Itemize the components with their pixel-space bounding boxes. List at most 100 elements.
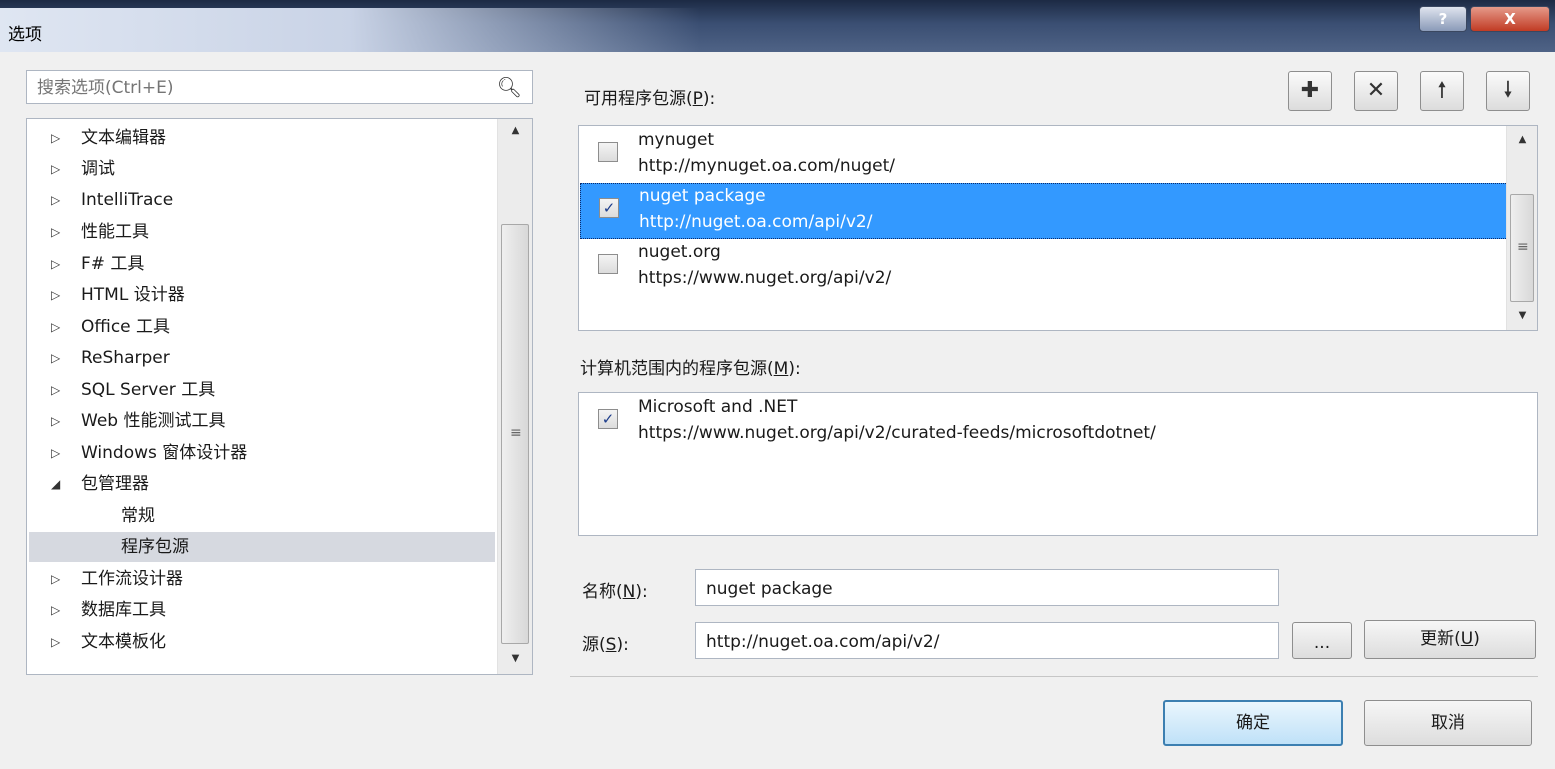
expand-arrow-icon[interactable]: ▷	[51, 595, 60, 625]
scroll-up-arrow-icon[interactable]: ▲	[498, 125, 533, 136]
source-label: 源(S):	[582, 635, 629, 655]
tree-item-label: F# 工具	[81, 254, 145, 274]
tree-item-label: HTML 设计器	[81, 285, 185, 305]
expand-arrow-icon[interactable]: ▷	[51, 627, 60, 657]
tree-item-intellitrace[interactable]: ▷ IntelliTrace	[29, 185, 495, 215]
options-tree: ▷ 文本编辑器 ▷ 调试 ▷ IntelliTrace ▷ 性能工具 ▷ F# 工具 ▷ H…	[26, 118, 533, 675]
search-input[interactable]	[35, 72, 499, 104]
tree-item-label: 包管理器	[81, 474, 149, 494]
tree-item-label: Windows 窗体设计器	[81, 443, 248, 463]
source-item-microsoft-dotnet[interactable]: ✓ Microsoft and .NET https://www.nuget.o…	[580, 395, 1530, 451]
available-sources-list: mynuget http://mynuget.oa.com/nuget/ ✓ n…	[578, 125, 1538, 331]
tree-item-sql-server-tools[interactable]: ▷ SQL Server 工具	[29, 375, 495, 405]
expand-arrow-icon[interactable]: ▷	[51, 185, 60, 215]
expand-arrow-icon[interactable]: ▷	[51, 406, 60, 436]
tree-item-html-designer[interactable]: ▷ HTML 设计器	[29, 280, 495, 310]
machine-sources-label: 计算机范围内的程序包源(M):	[580, 359, 801, 379]
expand-arrow-icon[interactable]: ▷	[51, 375, 60, 405]
tree-item-label: 常规	[121, 506, 155, 526]
source-item-mynuget[interactable]: mynuget http://mynuget.oa.com/nuget/	[580, 128, 1508, 184]
help-button[interactable]: ?	[1419, 6, 1467, 32]
tree-item-label: SQL Server 工具	[81, 380, 216, 400]
ok-button[interactable]: 确定	[1163, 700, 1343, 746]
cancel-button[interactable]: 取消	[1364, 700, 1532, 746]
source-item-nuget-org[interactable]: nuget.org https://www.nuget.org/api/v2/	[580, 240, 1508, 296]
tree-item-workflow-designer[interactable]: ▷ 工作流设计器	[29, 564, 495, 594]
expand-arrow-icon[interactable]: ▷	[51, 312, 60, 342]
name-field[interactable]	[704, 571, 1267, 606]
title-bar-highlight	[0, 8, 700, 52]
close-button[interactable]: X	[1470, 6, 1550, 32]
scroll-up-arrow-icon[interactable]: ▲	[1507, 134, 1538, 145]
search-box: 🔍︎	[26, 70, 533, 104]
tree-item-label: Web 性能测试工具	[81, 411, 226, 431]
tree-item-label: 文本编辑器	[81, 128, 166, 148]
tree-item-text-editor[interactable]: ▷ 文本编辑器	[29, 123, 495, 153]
tree-item-label: 调试	[81, 159, 115, 179]
expand-arrow-icon[interactable]: ▷	[51, 280, 60, 310]
source-name: Microsoft and .NET	[638, 397, 798, 417]
source-url: https://www.nuget.org/api/v2/curated-fee…	[638, 423, 1156, 443]
tree-item-fsharp-tools[interactable]: ▷ F# 工具	[29, 249, 495, 279]
tree-item-label: 工作流设计器	[81, 569, 183, 589]
remove-icon: ✕	[1366, 78, 1386, 103]
source-checkbox[interactable]	[598, 254, 618, 274]
tree-item-office-tools[interactable]: ▷ Office 工具	[29, 312, 495, 342]
tree-scrollbar[interactable]: ▲ ≡ ▼	[497, 119, 532, 674]
tree-item-database-tools[interactable]: ▷ 数据库工具	[29, 595, 495, 625]
tree-item-label: 数据库工具	[81, 600, 166, 620]
tree-item-package-sources[interactable]: 程序包源	[29, 532, 495, 562]
tree-item-general[interactable]: 常规	[29, 501, 495, 531]
expand-arrow-icon[interactable]: ▷	[51, 249, 60, 279]
tree-item-performance-tools[interactable]: ▷ 性能工具	[29, 217, 495, 247]
machine-sources-list: ✓ Microsoft and .NET https://www.nuget.o…	[578, 392, 1538, 536]
tree-item-label: 文本模板化	[81, 632, 166, 652]
tree-item-label: ReSharper	[81, 348, 170, 368]
search-icon[interactable]: 🔍︎	[497, 75, 522, 99]
available-sources-label: 可用程序包源(P):	[584, 89, 716, 109]
name-label: 名称(N):	[582, 582, 648, 602]
scroll-down-arrow-icon[interactable]: ▼	[1507, 310, 1538, 321]
source-name: nuget.org	[638, 242, 721, 262]
source-checkbox[interactable]: ✓	[598, 409, 618, 429]
source-checkbox[interactable]	[598, 142, 618, 162]
browse-button[interactable]: ...	[1292, 622, 1352, 659]
update-button[interactable]: 更新(U)	[1364, 620, 1536, 659]
source-name: mynuget	[638, 130, 715, 150]
expand-arrow-icon[interactable]: ▷	[51, 564, 60, 594]
sources-scrollbar-thumb[interactable]: ≡	[1510, 194, 1534, 302]
source-item-nuget-package[interactable]: ✓ nuget package http://nuget.oa.com/api/…	[580, 183, 1508, 239]
expand-arrow-icon[interactable]: ▷	[51, 154, 60, 184]
source-url: http://mynuget.oa.com/nuget/	[638, 156, 896, 176]
expand-arrow-icon[interactable]: ▷	[51, 438, 60, 468]
expand-arrow-icon[interactable]: ▷	[51, 217, 60, 247]
expand-arrow-icon[interactable]: ▷	[51, 343, 60, 373]
window-title: 选项	[8, 25, 42, 45]
source-checkbox[interactable]: ✓	[599, 198, 619, 218]
tree-item-label: 程序包源	[121, 537, 189, 557]
sources-scrollbar[interactable]: ▲ ≡ ▼	[1506, 126, 1537, 330]
grip-icon: ≡	[1517, 239, 1529, 255]
tree-item-label: Office 工具	[81, 317, 171, 337]
tree-item-debug[interactable]: ▷ 调试	[29, 154, 495, 184]
scroll-down-arrow-icon[interactable]: ▼	[498, 653, 533, 664]
source-url: https://www.nuget.org/api/v2/	[638, 268, 892, 288]
collapse-arrow-icon[interactable]: ◢	[51, 469, 60, 499]
source-field[interactable]	[704, 624, 1267, 659]
tree-item-windows-forms-designer[interactable]: ▷ Windows 窗体设计器	[29, 438, 495, 468]
tree-item-resharper[interactable]: ▷ ReSharper	[29, 343, 495, 373]
tree-item-text-templating[interactable]: ▷ 文本模板化	[29, 627, 495, 657]
grip-icon: ≡	[510, 425, 522, 441]
tree-scrollbar-thumb[interactable]: ≡	[501, 224, 529, 644]
tree-item-label: 性能工具	[81, 222, 149, 242]
expand-arrow-icon[interactable]: ▷	[51, 123, 60, 153]
tree-item-package-manager[interactable]: ◢ 包管理器	[29, 469, 495, 499]
tree-item-web-perf-test-tools[interactable]: ▷ Web 性能测试工具	[29, 406, 495, 436]
name-field-box	[695, 569, 1279, 606]
move-down-button[interactable]: 🠗	[1486, 71, 1530, 111]
source-url: http://nuget.oa.com/api/v2/	[639, 212, 873, 232]
add-source-button[interactable]: ✚	[1288, 71, 1332, 111]
arrow-up-icon: 🠕	[1437, 78, 1447, 103]
move-up-button[interactable]: 🠕	[1420, 71, 1464, 111]
remove-source-button[interactable]: ✕	[1354, 71, 1398, 111]
